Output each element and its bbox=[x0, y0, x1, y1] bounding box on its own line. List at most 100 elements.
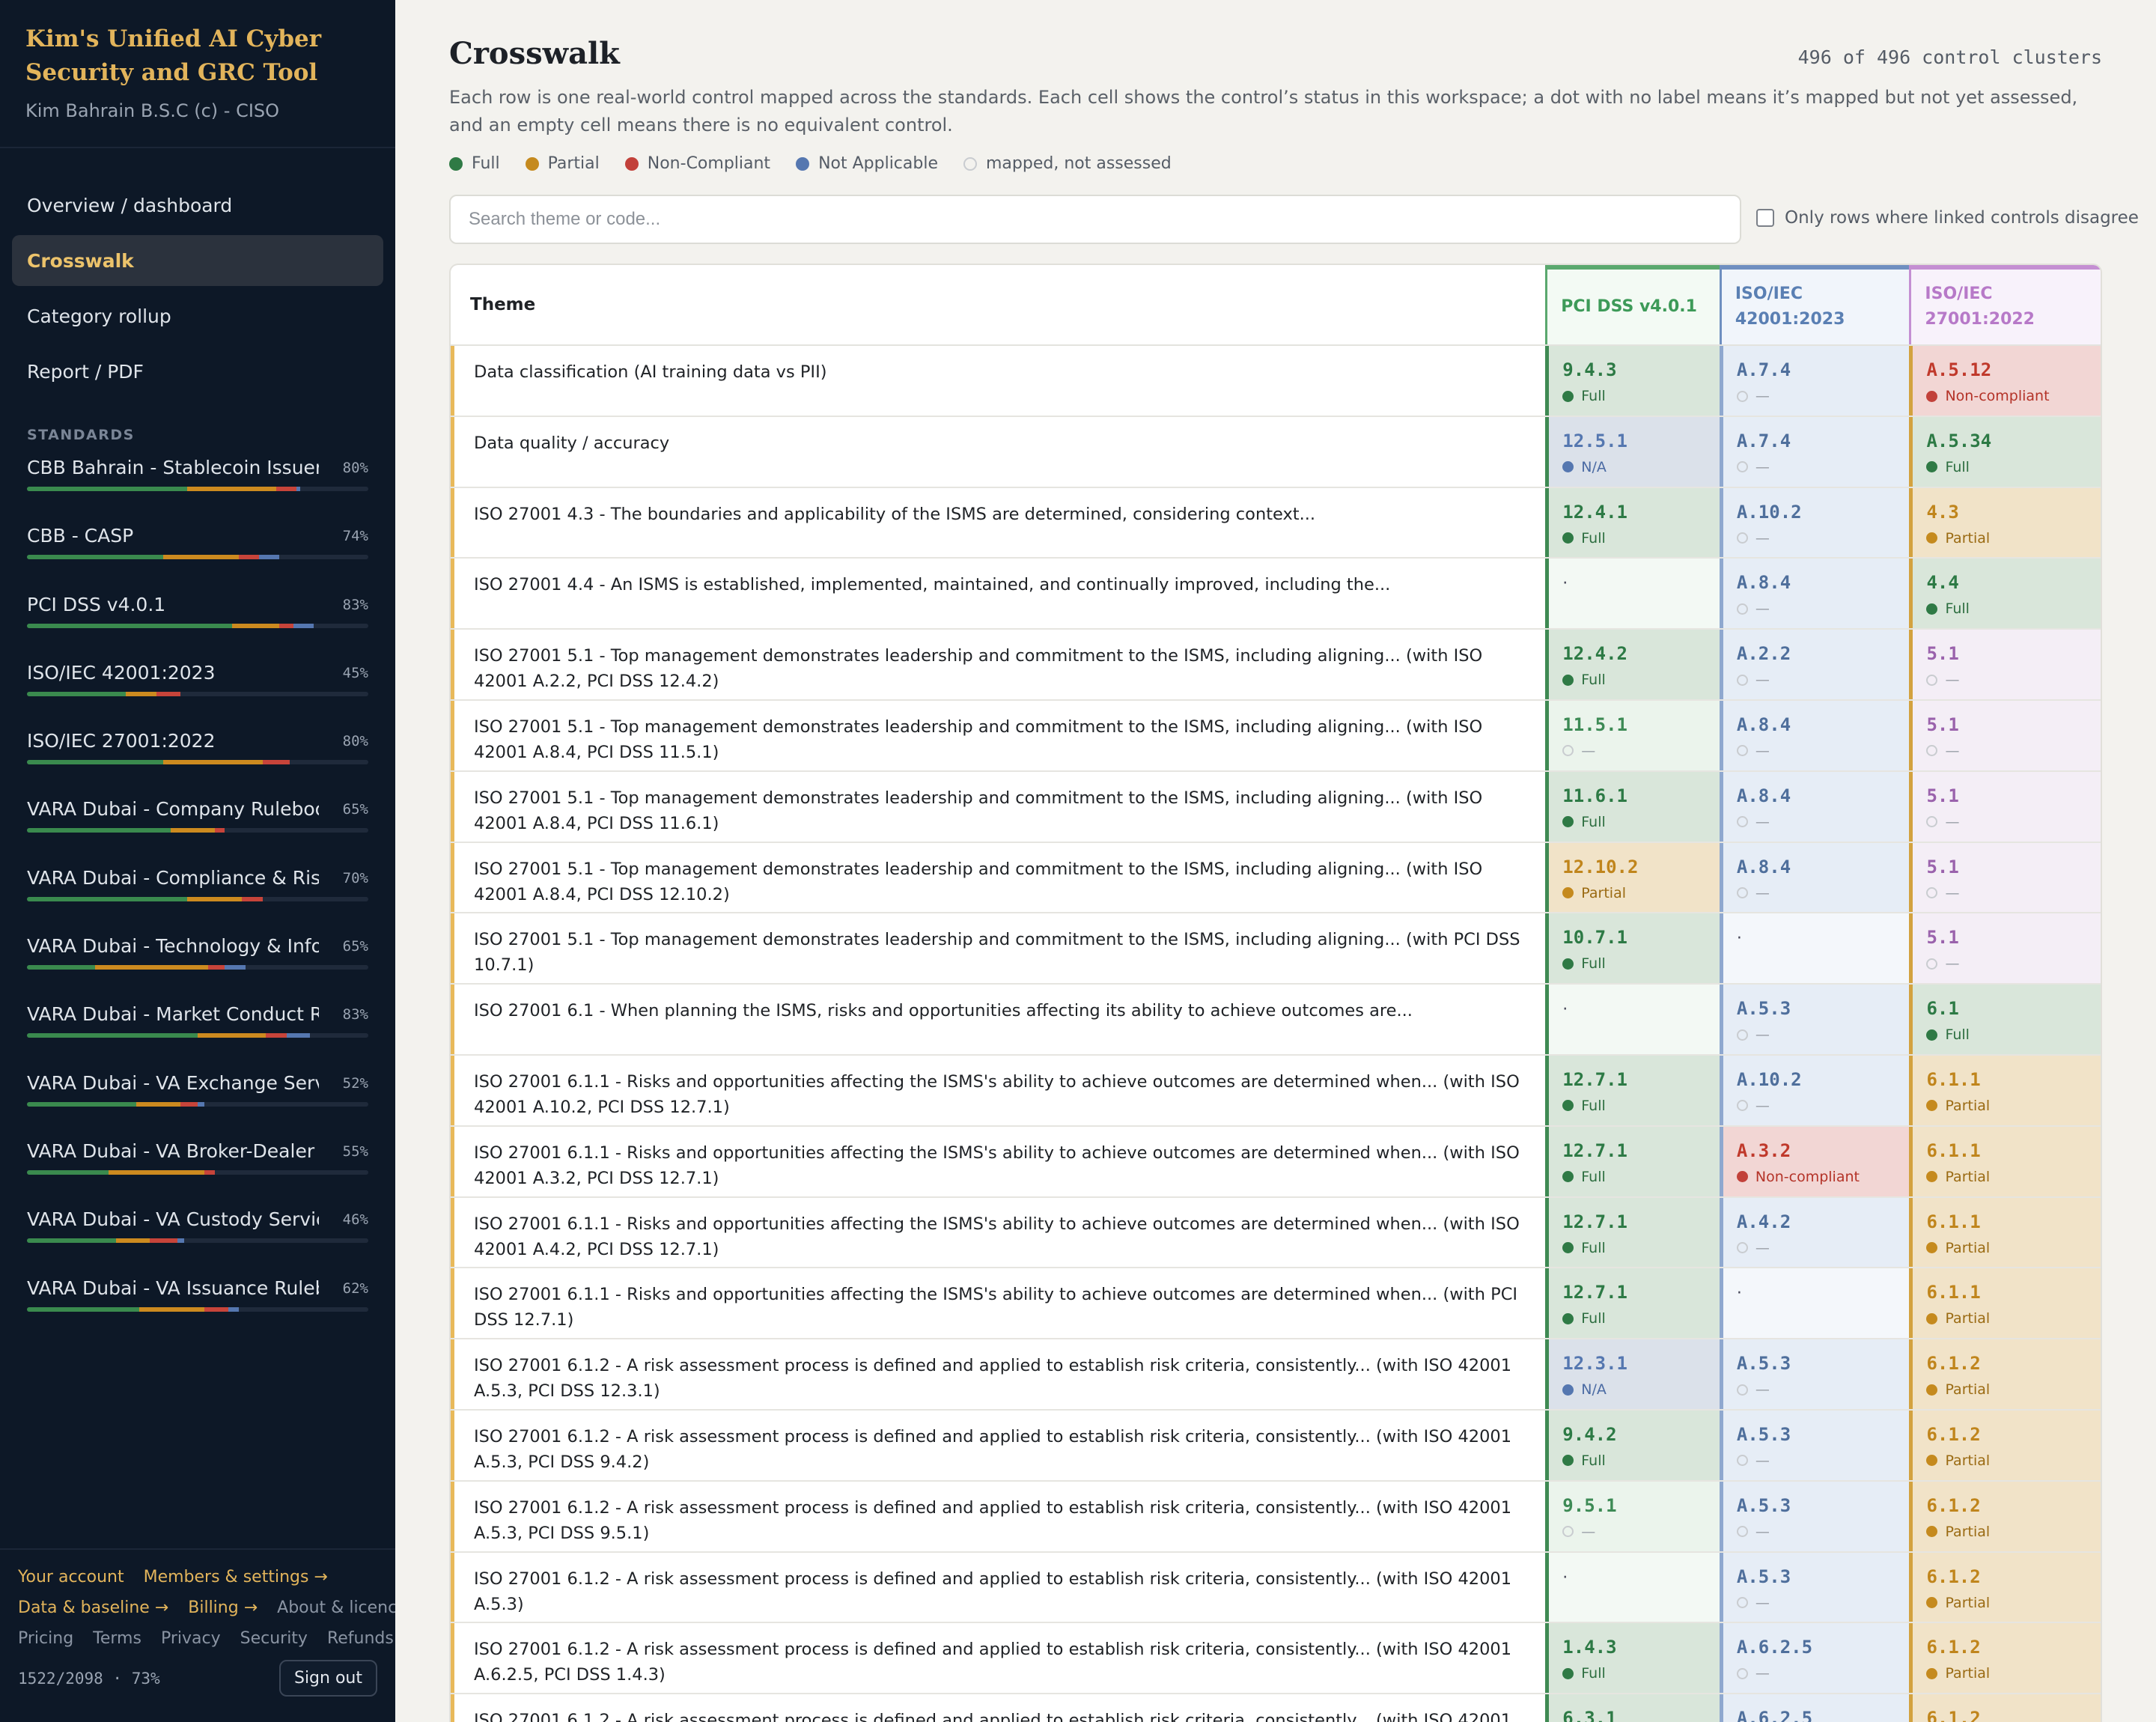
table-row[interactable]: ISO 27001 6.1.1 - Risks and opportunitie… bbox=[451, 1197, 2101, 1269]
disagree-checkbox[interactable] bbox=[1756, 209, 1774, 227]
standard-item[interactable]: CBB - CASP 74% bbox=[0, 525, 395, 593]
cell-iso27[interactable]: 6.1.2Partial bbox=[1909, 1552, 2101, 1622]
refunds-link[interactable]: Refunds bbox=[327, 1629, 394, 1648]
cell-iso42[interactable]: A.6.2.5— bbox=[1719, 1623, 1910, 1694]
cell-iso27[interactable]: 5.1 — bbox=[1909, 630, 2101, 699]
table-row[interactable]: ISO 27001 6.1.2 - A risk assessment proc… bbox=[451, 1410, 2101, 1482]
cell-pci[interactable]: 10.7.1 Full bbox=[1545, 913, 1720, 984]
table-row[interactable]: ISO 27001 6.1.1 - Risks and opportunitie… bbox=[451, 1268, 2101, 1340]
cell-pci[interactable]: 9.4.2 Full bbox=[1545, 1410, 1720, 1480]
sign-out-button[interactable]: Sign out bbox=[278, 1660, 377, 1697]
cell-pci[interactable]: 12.4.2 Full bbox=[1545, 630, 1720, 699]
cell-pci[interactable]: 12.4.1 Full bbox=[1545, 487, 1720, 558]
cell-pci[interactable]: 12.10.2 Partial bbox=[1545, 842, 1720, 913]
table-row[interactable]: ISO 27001 4.4 - An ISMS is established, … bbox=[451, 559, 2101, 630]
cell-iso42[interactable]: A.8.4 — bbox=[1719, 842, 1910, 913]
cell-pci[interactable]: 12.7.1 Full bbox=[1545, 1268, 1720, 1339]
cell-iso27[interactable]: 6.1.1 Partial bbox=[1909, 1055, 2101, 1125]
table-row[interactable]: Data classification (AI training data vs… bbox=[451, 346, 2101, 417]
cell-pci[interactable]: 12.7.1 Full bbox=[1545, 1055, 1720, 1125]
cell-iso42[interactable]: A.4.2 — bbox=[1719, 1197, 1910, 1268]
terms-link[interactable]: Terms bbox=[93, 1629, 141, 1648]
cell-iso42[interactable]: A.7.4 — bbox=[1719, 346, 1910, 416]
cell-iso42[interactable]: A.10.2 — bbox=[1719, 1055, 1910, 1125]
table-row[interactable]: ISO 27001 6.1 - When planning the ISMS, … bbox=[451, 985, 2101, 1056]
cell-iso42[interactable]: A.7.4 — bbox=[1719, 416, 1910, 487]
search-input[interactable] bbox=[449, 195, 1741, 244]
standard-item[interactable]: VARA Dubai - Market Conduct Rul... 83% bbox=[0, 1003, 395, 1071]
your-account-link[interactable]: Your account bbox=[18, 1568, 124, 1586]
cell-iso27[interactable]: 6.1.1 Partial bbox=[1909, 1126, 2101, 1196]
cell-iso27[interactable]: 6.1.2Partial bbox=[1909, 1623, 2101, 1694]
cell-iso27[interactable]: 5.1 — bbox=[1909, 842, 2101, 913]
cell-iso27[interactable]: 6.1.2Partial bbox=[1909, 1339, 2101, 1409]
cell-iso42[interactable]: A.10.2 — bbox=[1719, 487, 1910, 558]
cell-iso42[interactable]: A.3.2 Non-compliant bbox=[1719, 1126, 1910, 1196]
cell-pci[interactable]: 6.3.1Full bbox=[1545, 1694, 1720, 1722]
cell-iso27[interactable]: 6.1.2Partial bbox=[1909, 1694, 2101, 1722]
table-row[interactable]: ISO 27001 6.1.1 - Risks and opportunitie… bbox=[451, 1055, 2101, 1127]
privacy-link[interactable]: Privacy bbox=[161, 1629, 221, 1648]
standard-item[interactable]: VARA Dubai - Technology & Infor... 65% bbox=[0, 935, 395, 1003]
standard-item[interactable]: VARA Dubai - VA Issuance Rulebo... 62% bbox=[0, 1277, 395, 1345]
table-row[interactable]: ISO 27001 5.1 - Top management demonstra… bbox=[451, 771, 2101, 843]
standard-item[interactable]: VARA Dubai - Company Rulebook 65% bbox=[0, 798, 395, 866]
cell-iso27[interactable]: 4.3 Partial bbox=[1909, 487, 2101, 558]
column-header-theme[interactable]: Theme bbox=[451, 265, 1545, 344]
table-row[interactable]: ISO 27001 5.1 - Top management demonstra… bbox=[451, 842, 2101, 914]
table-row[interactable]: ISO 27001 6.1.2 - A risk assessment proc… bbox=[451, 1694, 2101, 1722]
table-row[interactable]: ISO 27001 6.1.2 - A risk assessment proc… bbox=[451, 1552, 2101, 1624]
billing-link[interactable]: Billing → bbox=[188, 1598, 258, 1617]
standard-item[interactable]: CBB Bahrain - Stablecoin Issuer ... 80% bbox=[0, 457, 395, 525]
cell-iso27[interactable]: 5.1 — bbox=[1909, 771, 2101, 842]
column-header-iso-27001[interactable]: ISO/IEC 27001:2022 bbox=[1909, 265, 2101, 344]
cell-iso27[interactable]: 5.1 — bbox=[1909, 913, 2101, 984]
cell-pci[interactable]: 12.7.1 Full bbox=[1545, 1126, 1720, 1196]
cell-iso27[interactable]: 6.1.2Partial bbox=[1909, 1481, 2101, 1551]
cell-iso27[interactable]: 6.1.1 Partial bbox=[1909, 1197, 2101, 1268]
nav-category-rollup[interactable]: Category rollup bbox=[12, 290, 383, 341]
brand-title[interactable]: Kim's Unified AI Cyber Security and GRC … bbox=[25, 22, 370, 90]
cell-iso27[interactable]: 4.4 Full bbox=[1909, 559, 2101, 629]
standard-item[interactable]: VARA Dubai - VA Broker-Dealer S... 55% bbox=[0, 1140, 395, 1208]
about-licence-link[interactable]: About & licence bbox=[277, 1598, 395, 1617]
nav-report-pdf[interactable]: Report / PDF bbox=[12, 346, 383, 397]
cell-pci[interactable]: 1.4.3 Full bbox=[1545, 1623, 1720, 1694]
cell-iso42[interactable]: A.5.3 — bbox=[1719, 985, 1910, 1054]
nav-crosswalk[interactable]: Crosswalk bbox=[12, 235, 383, 286]
cell-iso42[interactable]: A.8.4 — bbox=[1719, 700, 1910, 770]
cell-pci[interactable]: 11.5.1 — bbox=[1545, 700, 1720, 770]
standard-item[interactable]: VARA Dubai - VA Custody Service... 46% bbox=[0, 1208, 395, 1277]
cell-iso27[interactable]: A.5.12 Non-compliant bbox=[1909, 346, 2101, 416]
standard-item[interactable]: VARA Dubai - Compliance & Risk ... 70% bbox=[0, 867, 395, 935]
cell-iso42[interactable]: A.5.3 — bbox=[1719, 1552, 1910, 1622]
cell-pci[interactable]: 9.5.1 — bbox=[1545, 1481, 1720, 1551]
cell-iso27[interactable]: 6.1 Full bbox=[1909, 985, 2101, 1054]
table-row[interactable]: ISO 27001 6.1.2 - A risk assessment proc… bbox=[451, 1481, 2101, 1553]
standard-item[interactable]: ISO/IEC 27001:2022 80% bbox=[0, 730, 395, 798]
table-row[interactable]: ISO 27001 5.1 - Top management demonstra… bbox=[451, 630, 2101, 701]
cell-iso42[interactable]: A.5.3 — bbox=[1719, 1481, 1910, 1551]
cell-iso42[interactable]: A.5.3 — bbox=[1719, 1339, 1910, 1409]
nav-overview[interactable]: Overview / dashboard bbox=[12, 180, 383, 231]
table-row[interactable]: Data quality / accuracy 12.5.1 N/A A.7.4— A.… bbox=[451, 416, 2101, 488]
cell-pci[interactable]: 12.3.1 N/A bbox=[1545, 1339, 1720, 1409]
cell-iso27[interactable]: 5.1 — bbox=[1909, 700, 2101, 770]
cell-iso27[interactable]: 6.1.1 Partial bbox=[1909, 1268, 2101, 1339]
table-row[interactable]: ISO 27001 6.1.2 - A risk assessment proc… bbox=[451, 1623, 2101, 1695]
cell-iso42[interactable]: A.8.4 — bbox=[1719, 559, 1910, 629]
cell-pci[interactable]: 12.7.1 Full bbox=[1545, 1197, 1720, 1268]
data-baseline-link[interactable]: Data & baseline → bbox=[18, 1598, 168, 1617]
table-row[interactable]: ISO 27001 6.1.1 - Risks and opportunitie… bbox=[451, 1126, 2101, 1198]
cell-pci[interactable]: 11.6.1 Full bbox=[1545, 771, 1720, 842]
cell-iso42[interactable]: A.8.4 — bbox=[1719, 771, 1910, 842]
cell-iso42[interactable]: A.5.3 — bbox=[1719, 1410, 1910, 1480]
standard-item[interactable]: ISO/IEC 42001:2023 45% bbox=[0, 662, 395, 730]
cell-iso27[interactable]: 6.1.2Partial bbox=[1909, 1410, 2101, 1480]
security-link[interactable]: Security bbox=[240, 1629, 308, 1648]
cell-iso42[interactable]: A.6.2.5— bbox=[1719, 1694, 1910, 1722]
standard-item[interactable]: PCI DSS v4.0.1 83% bbox=[0, 594, 395, 662]
members-settings-link[interactable]: Members & settings → bbox=[144, 1568, 328, 1586]
table-row[interactable]: ISO 27001 6.1.2 - A risk assessment proc… bbox=[451, 1339, 2101, 1411]
cell-pci[interactable]: 9.4.3 Full bbox=[1545, 346, 1720, 416]
